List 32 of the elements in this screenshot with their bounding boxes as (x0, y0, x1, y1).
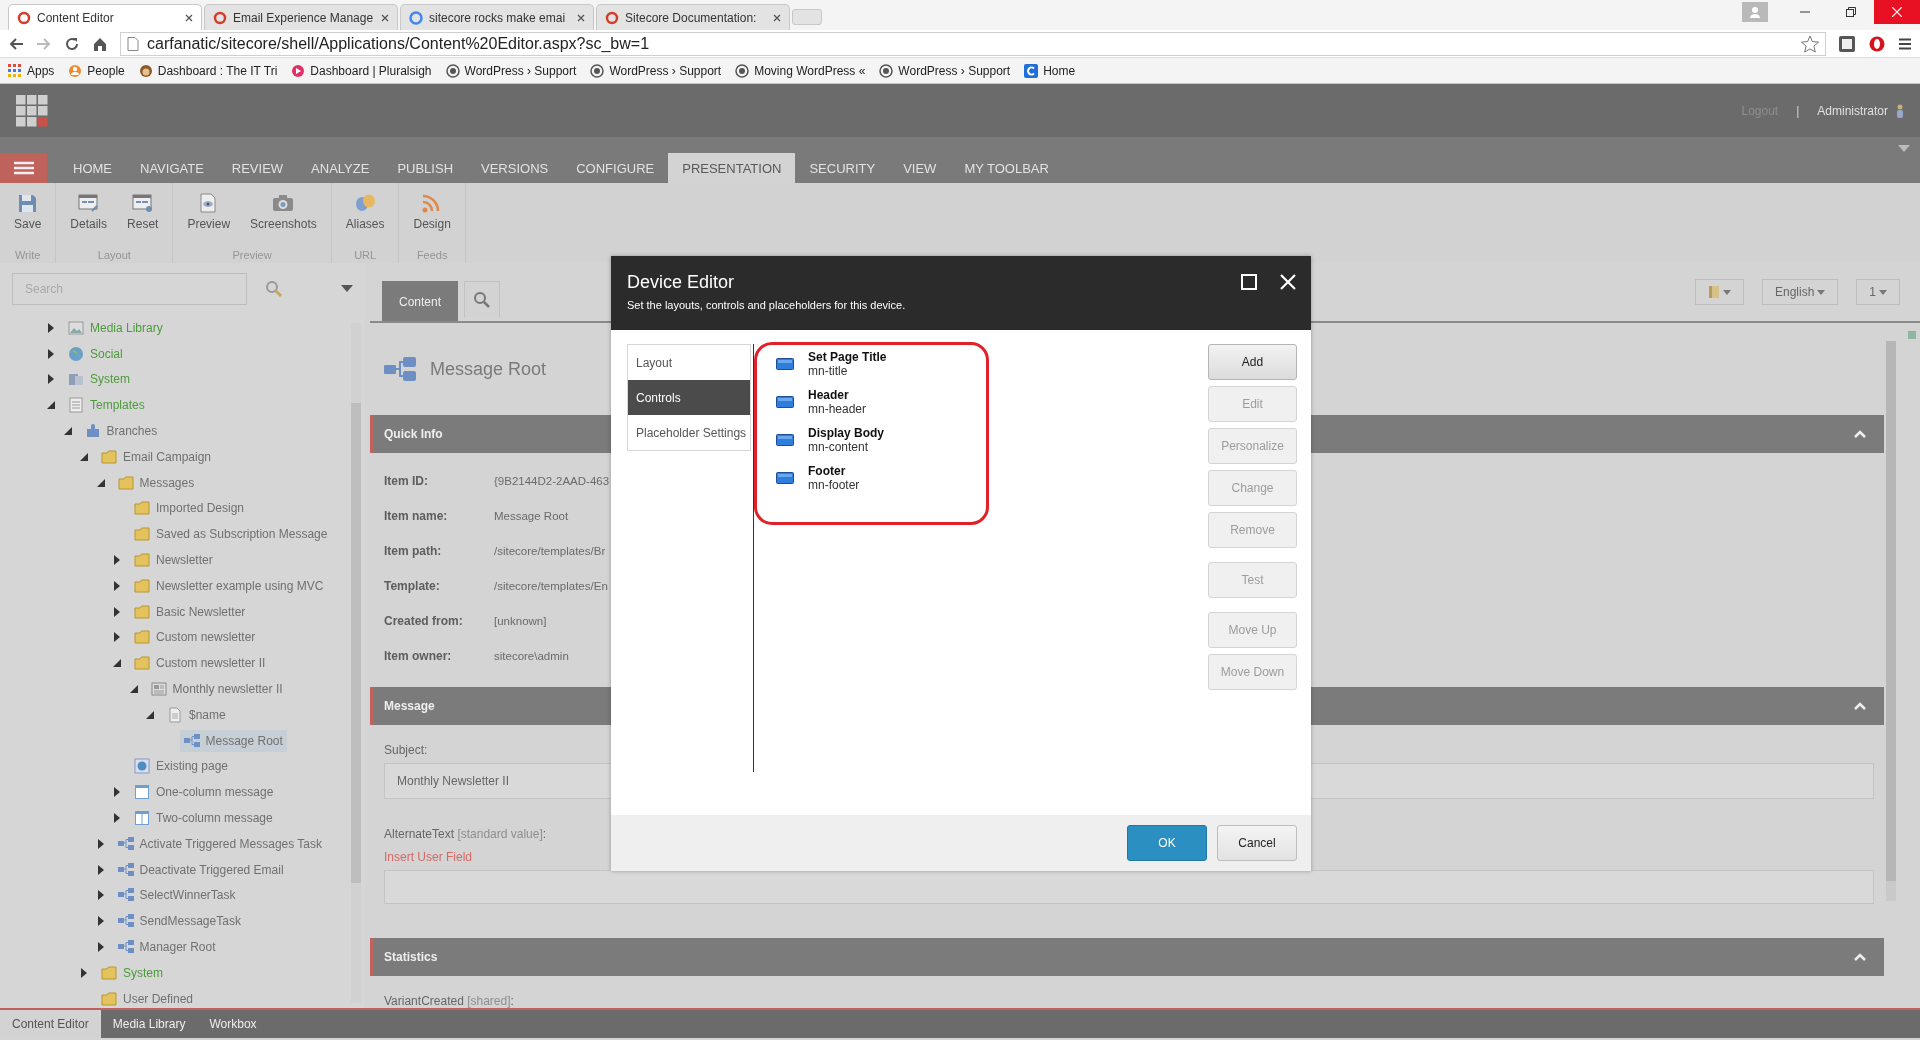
separator: | (1796, 103, 1800, 118)
field-value: Message Root (494, 509, 569, 522)
field-label: AlternateText [standard value]: (384, 826, 547, 843)
field-label: Subject: (384, 742, 428, 759)
dialog-subtitle: Set the layouts, controls and placeholders for this device. (627, 299, 907, 311)
placeholder-key: mn-title (808, 364, 887, 378)
field-label: VariantCreated [shared]: (384, 993, 514, 1008)
field-value: [unknown] (494, 614, 547, 627)
field-label: Item ID: (384, 473, 429, 488)
tab-title: Content Editor (37, 10, 115, 25)
tab-title: sitecore rocks make emai (429, 10, 567, 25)
group-title: Layout (97, 249, 131, 263)
field-label: Item name: (384, 508, 449, 523)
field-value: /sitecore/templates/En (494, 579, 608, 592)
group-title: Feeds (416, 249, 448, 263)
field-value: sitecore\admin (494, 649, 569, 662)
field-value: /sitecore/templates/Br (494, 544, 606, 557)
tab-title: Sitecore Documentation: (625, 10, 758, 25)
group-title: Write (14, 249, 41, 263)
field-label: Item owner: (384, 648, 453, 663)
placeholder-key: mn-footer (808, 478, 860, 492)
tab-title: Email Experience Manage (233, 10, 375, 25)
dialog-title: Device Editor (627, 272, 736, 293)
group-title: Preview (232, 249, 272, 263)
placeholder-key: mn-content (808, 440, 885, 454)
field-label: Item path: (384, 543, 443, 558)
item-title: Message Root (430, 358, 547, 380)
field-label: Template: (384, 578, 441, 593)
field-label: Created from: (384, 613, 464, 628)
placeholder-key: mn-header (808, 402, 867, 416)
group-title: URL (354, 249, 377, 263)
field-value: {9B2144D2-2AAD-463 (494, 474, 610, 487)
